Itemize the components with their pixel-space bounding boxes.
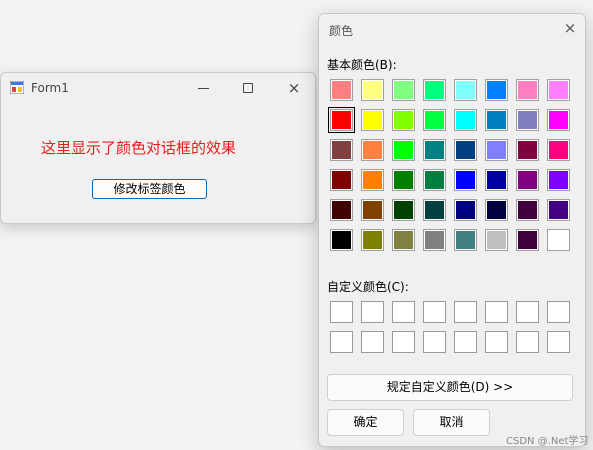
custom-color-swatch[interactable] xyxy=(485,331,508,353)
basic-color-swatch[interactable] xyxy=(392,169,415,191)
basic-color-swatch[interactable] xyxy=(423,169,446,191)
custom-color-swatch[interactable] xyxy=(361,331,384,353)
form1-window: Form1 × 这里显示了颜色对话框的效果 修改标签颜色 xyxy=(0,72,316,224)
custom-color-swatch[interactable] xyxy=(423,301,446,323)
basic-color-swatch[interactable] xyxy=(485,139,508,161)
basic-color-swatch[interactable] xyxy=(361,229,384,251)
basic-color-swatch[interactable] xyxy=(516,109,539,131)
color-dialog: 颜色 × 基本颜色(B): 自定义颜色(C): 规定自定义颜色(D) >> 确定… xyxy=(318,13,586,447)
basic-color-swatch[interactable] xyxy=(392,139,415,161)
basic-color-swatch[interactable] xyxy=(361,169,384,191)
basic-color-swatch[interactable] xyxy=(361,79,384,101)
basic-color-swatch[interactable] xyxy=(330,229,353,251)
basic-color-swatch[interactable] xyxy=(454,109,477,131)
basic-color-swatch[interactable] xyxy=(392,109,415,131)
basic-color-swatch[interactable] xyxy=(423,109,446,131)
basic-color-swatch[interactable] xyxy=(516,169,539,191)
basic-colors-label: 基本颜色(B): xyxy=(327,58,397,72)
basic-color-swatch[interactable] xyxy=(361,109,384,131)
basic-color-swatch[interactable] xyxy=(328,107,355,133)
maximize-icon xyxy=(243,83,253,93)
basic-color-swatch[interactable] xyxy=(454,229,477,251)
basic-color-swatch[interactable] xyxy=(454,139,477,161)
basic-color-swatch[interactable] xyxy=(485,109,508,131)
custom-color-swatch[interactable] xyxy=(454,301,477,323)
basic-color-swatch[interactable] xyxy=(330,79,353,101)
ok-button[interactable]: 确定 xyxy=(327,409,404,436)
basic-color-swatch[interactable] xyxy=(547,199,570,221)
custom-colors-grid xyxy=(330,301,570,353)
dialog-close-button[interactable]: × xyxy=(561,19,579,37)
custom-color-swatch[interactable] xyxy=(516,331,539,353)
basic-color-swatch[interactable] xyxy=(361,139,384,161)
color-demo-label: 这里显示了颜色对话框的效果 xyxy=(41,139,237,157)
form1-titlebar[interactable]: Form1 × xyxy=(1,73,315,103)
basic-color-swatch[interactable] xyxy=(516,199,539,221)
basic-color-swatch[interactable] xyxy=(330,169,353,191)
custom-color-swatch[interactable] xyxy=(485,301,508,323)
minimize-icon xyxy=(198,88,209,89)
basic-color-swatch[interactable] xyxy=(423,139,446,161)
basic-color-swatch[interactable] xyxy=(547,109,570,131)
form1-title: Form1 xyxy=(31,81,69,95)
basic-color-swatch[interactable] xyxy=(330,199,353,221)
cancel-button[interactable]: 取消 xyxy=(413,409,490,436)
basic-color-swatch[interactable] xyxy=(423,79,446,101)
custom-color-swatch[interactable] xyxy=(361,301,384,323)
basic-color-swatch[interactable] xyxy=(485,169,508,191)
basic-color-swatch[interactable] xyxy=(423,229,446,251)
app-icon xyxy=(10,81,24,94)
custom-color-swatch[interactable] xyxy=(330,331,353,353)
basic-color-swatch[interactable] xyxy=(330,139,353,161)
custom-colors-label: 自定义颜色(C): xyxy=(327,280,409,294)
basic-color-swatch[interactable] xyxy=(547,229,570,251)
basic-color-swatch[interactable] xyxy=(485,199,508,221)
dialog-title: 颜色 xyxy=(329,24,354,38)
basic-color-swatch[interactable] xyxy=(516,229,539,251)
minimize-button[interactable] xyxy=(193,79,215,97)
custom-color-swatch[interactable] xyxy=(330,301,353,323)
basic-color-swatch[interactable] xyxy=(547,79,570,101)
basic-color-swatch[interactable] xyxy=(516,139,539,161)
change-label-color-button[interactable]: 修改标签颜色 xyxy=(92,179,207,199)
basic-color-swatch[interactable] xyxy=(454,79,477,101)
basic-color-swatch[interactable] xyxy=(454,169,477,191)
define-custom-colors-button[interactable]: 规定自定义颜色(D) >> xyxy=(327,374,573,401)
basic-color-swatch[interactable] xyxy=(392,229,415,251)
watermark: CSDN @.Net学习 xyxy=(506,436,589,447)
basic-color-swatch[interactable] xyxy=(547,169,570,191)
basic-color-swatch[interactable] xyxy=(516,79,539,101)
maximize-button[interactable] xyxy=(237,79,259,97)
custom-color-swatch[interactable] xyxy=(516,301,539,323)
basic-color-swatch[interactable] xyxy=(485,229,508,251)
basic-colors-grid xyxy=(328,79,570,251)
custom-color-swatch[interactable] xyxy=(547,331,570,353)
custom-color-swatch[interactable] xyxy=(392,331,415,353)
custom-color-swatch[interactable] xyxy=(423,331,446,353)
basic-color-swatch[interactable] xyxy=(392,199,415,221)
custom-color-swatch[interactable] xyxy=(454,331,477,353)
custom-color-swatch[interactable] xyxy=(392,301,415,323)
basic-color-swatch[interactable] xyxy=(423,199,446,221)
close-button[interactable]: × xyxy=(283,79,305,97)
basic-color-swatch[interactable] xyxy=(454,199,477,221)
basic-color-swatch[interactable] xyxy=(392,79,415,101)
basic-color-swatch[interactable] xyxy=(361,199,384,221)
basic-color-swatch[interactable] xyxy=(485,79,508,101)
basic-color-swatch[interactable] xyxy=(547,139,570,161)
custom-color-swatch[interactable] xyxy=(547,301,570,323)
